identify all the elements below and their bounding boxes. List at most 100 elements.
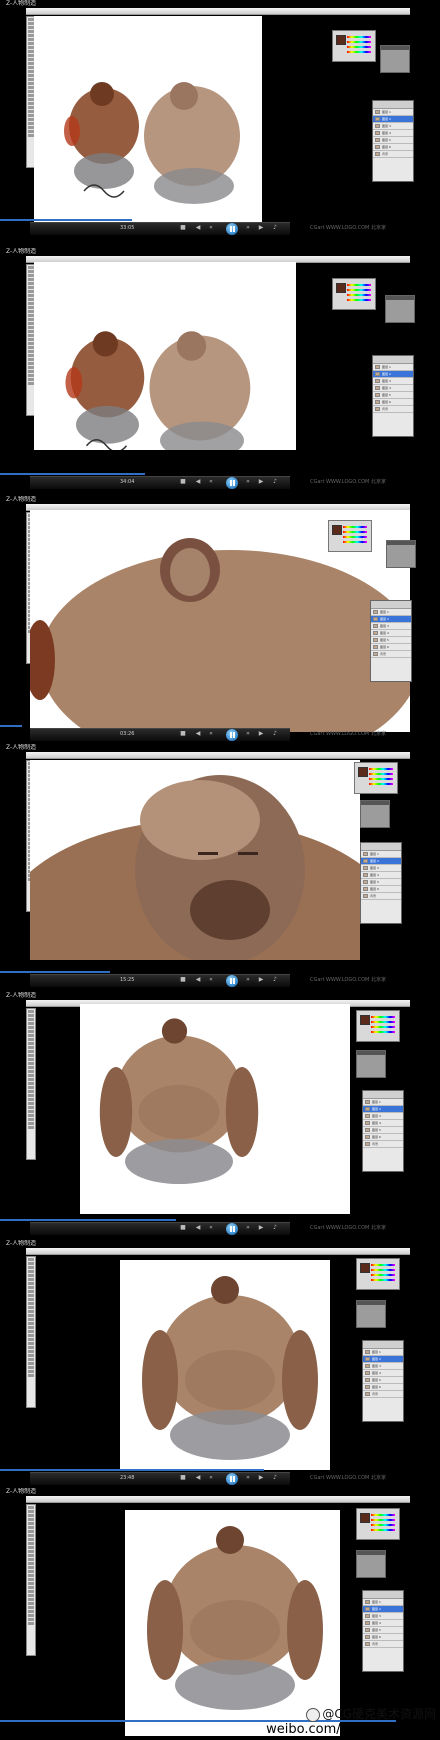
layer-row[interactable]: 图层 2 [363, 1106, 403, 1113]
volume-icon[interactable]: ♪ [272, 225, 278, 231]
tool-icon[interactable] [28, 1078, 34, 1081]
color-slider[interactable] [371, 1264, 395, 1266]
tool-icon[interactable] [28, 1554, 34, 1557]
forward-icon[interactable]: » [245, 225, 251, 231]
layer-row[interactable]: 图层 6 [371, 644, 411, 651]
color-slider[interactable] [343, 536, 367, 538]
tool-icon[interactable] [28, 1370, 34, 1373]
tool-icon[interactable] [28, 1258, 34, 1261]
tool-icon[interactable] [28, 1534, 34, 1537]
tool-icon[interactable] [28, 1070, 34, 1073]
layer-row[interactable]: 图层 3 [363, 1113, 403, 1120]
color-slider[interactable] [347, 294, 371, 296]
tool-icon[interactable] [28, 1566, 34, 1569]
tool-icon[interactable] [28, 1586, 34, 1589]
layer-row[interactable]: 背景 [371, 651, 411, 658]
color-slider[interactable] [371, 1514, 395, 1516]
tool-icon[interactable] [28, 1086, 34, 1089]
tool-icon[interactable] [28, 1358, 34, 1361]
tool-icon[interactable] [28, 1102, 34, 1105]
stop-icon[interactable]: ■ [180, 977, 186, 983]
tool-icon[interactable] [28, 1618, 34, 1621]
tool-icon[interactable] [28, 1290, 34, 1293]
tool-icon[interactable] [28, 1550, 34, 1553]
tool-icon[interactable] [28, 1286, 34, 1289]
rewind-icon[interactable]: « [208, 731, 214, 737]
tool-icon[interactable] [28, 1098, 34, 1101]
layer-row[interactable]: 图层 5 [373, 392, 413, 399]
play-pause-button[interactable] [226, 1473, 238, 1485]
tool-icon[interactable] [28, 1082, 34, 1085]
foreground-swatch[interactable] [360, 1513, 370, 1523]
layer-row[interactable]: 图层 3 [373, 378, 413, 385]
tool-icon[interactable] [28, 1058, 34, 1061]
stop-icon[interactable]: ■ [180, 1475, 186, 1481]
color-slider[interactable] [371, 1519, 395, 1521]
play-pause-button[interactable] [226, 1223, 238, 1235]
layer-row[interactable]: 图层 6 [373, 144, 413, 151]
tool-icon[interactable] [28, 1366, 34, 1369]
tool-icon[interactable] [28, 1518, 34, 1521]
tool-icon[interactable] [28, 1106, 34, 1109]
color-slider[interactable] [343, 541, 367, 543]
tool-icon[interactable] [28, 1030, 34, 1033]
playback-progress-bar[interactable] [0, 473, 145, 475]
rewind-icon[interactable]: « [208, 1225, 214, 1231]
layer-row[interactable]: 图层 1 [363, 1599, 403, 1606]
rewind-icon[interactable]: « [208, 479, 214, 485]
layer-row[interactable]: 图层 5 [363, 1127, 403, 1134]
tool-icon[interactable] [28, 1622, 34, 1625]
foreground-swatch[interactable] [332, 525, 342, 535]
layer-row[interactable]: 图层 2 [361, 858, 401, 865]
rewind-icon[interactable]: « [208, 225, 214, 231]
tool-icon[interactable] [28, 1090, 34, 1093]
tool-icon[interactable] [28, 1050, 34, 1053]
color-slider[interactable] [347, 41, 371, 43]
tool-icon[interactable] [28, 1274, 34, 1277]
tool-icon[interactable] [28, 1110, 34, 1113]
layer-row[interactable]: 背景 [373, 151, 413, 158]
tool-icon[interactable] [28, 1038, 34, 1041]
prev-icon[interactable]: ◀ [195, 731, 201, 737]
prev-icon[interactable]: ◀ [195, 977, 201, 983]
color-slider[interactable] [347, 36, 371, 38]
tool-icon[interactable] [28, 1374, 34, 1377]
layer-row[interactable]: 图层 5 [373, 137, 413, 144]
layer-row[interactable]: 图层 1 [371, 609, 411, 616]
layer-row[interactable]: 图层 3 [363, 1613, 403, 1620]
tool-icon[interactable] [28, 1614, 34, 1617]
tool-icon[interactable] [28, 1318, 34, 1321]
layer-row[interactable]: 图层 4 [363, 1370, 403, 1377]
layer-row[interactable]: 图层 1 [363, 1099, 403, 1106]
layer-row[interactable]: 图层 4 [363, 1120, 403, 1127]
rewind-icon[interactable]: « [208, 1475, 214, 1481]
play-pause-button[interactable] [226, 975, 238, 987]
layer-row[interactable]: 背景 [363, 1641, 403, 1648]
forward-icon[interactable]: » [245, 731, 251, 737]
next-icon[interactable]: ▶ [258, 731, 264, 737]
color-slider[interactable] [343, 526, 367, 528]
tool-icon[interactable] [28, 1526, 34, 1529]
tool-icon[interactable] [28, 1298, 34, 1301]
tool-icon[interactable] [28, 1346, 34, 1349]
layer-row[interactable]: 图层 2 [363, 1356, 403, 1363]
tool-icon[interactable] [28, 1594, 34, 1597]
prev-icon[interactable]: ◀ [195, 1475, 201, 1481]
layer-row[interactable]: 图层 2 [371, 616, 411, 623]
color-slider[interactable] [371, 1524, 395, 1526]
tool-icon[interactable] [28, 1014, 34, 1017]
tool-icon[interactable] [28, 1606, 34, 1609]
tool-icon[interactable] [28, 1122, 34, 1125]
tool-icon[interactable] [28, 1066, 34, 1069]
tool-icon[interactable] [28, 1026, 34, 1029]
color-slider[interactable] [343, 531, 367, 533]
layer-row[interactable]: 图层 1 [373, 109, 413, 116]
playback-progress-bar[interactable] [0, 1219, 176, 1221]
tool-icon[interactable] [28, 1094, 34, 1097]
volume-icon[interactable]: ♪ [272, 479, 278, 485]
playback-progress-bar[interactable] [0, 219, 132, 221]
layer-row[interactable]: 图层 1 [361, 851, 401, 858]
layer-row[interactable]: 背景 [363, 1391, 403, 1398]
color-slider[interactable] [371, 1279, 395, 1281]
layer-row[interactable]: 图层 5 [371, 637, 411, 644]
